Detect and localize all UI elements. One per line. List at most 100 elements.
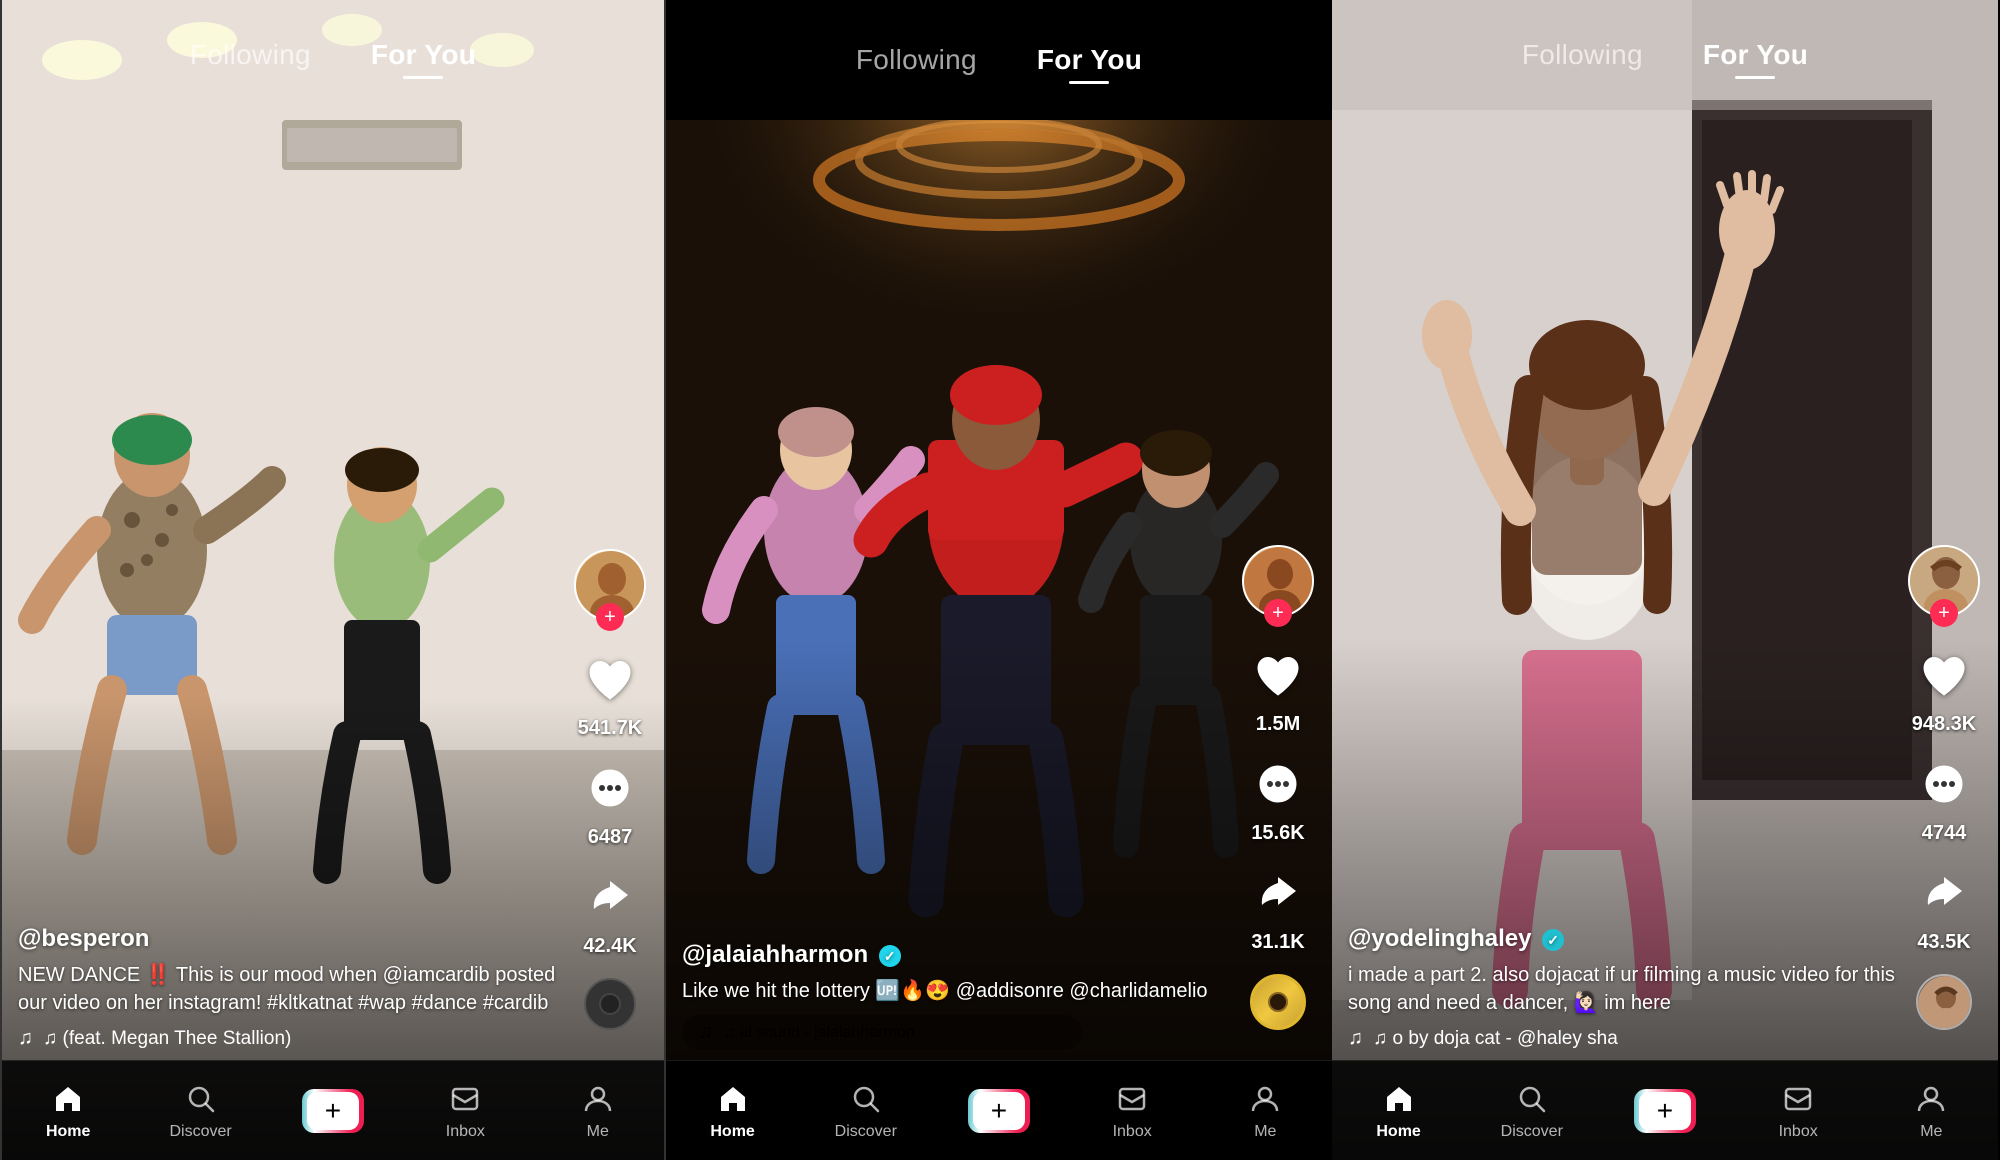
avatar-wrap-3[interactable]: + — [1908, 545, 1980, 617]
share-btn-2[interactable]: 31.1K — [1248, 865, 1308, 954]
like-count-3: 948.3K — [1912, 713, 1977, 736]
nav-home-label-3: Home — [1376, 1123, 1420, 1141]
nav-home-label-2: Home — [710, 1123, 754, 1141]
inbox-icon-2 — [1114, 1081, 1150, 1117]
tab-for-you-1[interactable]: For You — [371, 39, 476, 71]
top-nav-1: Following For You — [2, 0, 664, 110]
nav-inbox-label-3: Inbox — [1779, 1123, 1818, 1141]
nav-discover-3[interactable]: Discover — [1492, 1081, 1572, 1141]
verified-badge-2: ✓ — [879, 945, 901, 967]
verified-badge-3: ✓ — [1542, 929, 1564, 951]
avatar-wrap-2[interactable]: + — [1242, 545, 1314, 617]
nav-discover-label-1: Discover — [169, 1123, 231, 1141]
nav-discover-1[interactable]: Discover — [161, 1081, 241, 1141]
share-count-1: 42.4K — [583, 935, 636, 958]
panel-3: Following For You + 948.3K — [1332, 0, 1998, 1160]
nav-home-1[interactable]: Home — [28, 1081, 108, 1141]
music-note-2: ♫ — [698, 1021, 713, 1044]
like-btn-3[interactable]: 948.3K — [1912, 647, 1977, 736]
nav-home-3[interactable]: Home — [1359, 1081, 1439, 1141]
share-count-2: 31.1K — [1251, 931, 1304, 954]
inbox-icon-3 — [1780, 1081, 1816, 1117]
nav-plus-3[interactable]: + — [1625, 1089, 1705, 1133]
nav-me-label-3: Me — [1920, 1123, 1942, 1141]
comment-btn-2[interactable]: 15.6K — [1248, 756, 1308, 845]
plus-inner-2: + — [973, 1092, 1025, 1130]
caption-2: Like we hit the lottery 🆙🔥😍 @addisonre @… — [682, 977, 1242, 1005]
tab-following-1[interactable]: Following — [190, 39, 311, 71]
music-note-3: ♫ — [1348, 1027, 1363, 1050]
music-note-1: ♫ — [18, 1027, 33, 1050]
music-disc-2 — [1250, 974, 1306, 1030]
top-nav-3: Following For You — [1332, 0, 1998, 110]
nav-discover-2[interactable]: Discover — [826, 1081, 906, 1141]
like-btn-2[interactable]: 1.5M — [1248, 647, 1308, 736]
nav-plus-2[interactable]: + — [959, 1089, 1039, 1133]
music-bar-3: ♫ ♫ o by doja cat - @haley sha — [1348, 1027, 1908, 1050]
me-icon-2 — [1247, 1081, 1283, 1117]
plus-btn-2[interactable]: + — [968, 1089, 1030, 1133]
video-info-3: @yodelinghaley ✓ i made a part 2. also d… — [1348, 925, 1908, 1050]
bottom-nav-2: Home Discover + Inbox Me — [666, 1060, 1332, 1160]
plus-sign-1: + — [325, 1095, 341, 1127]
sidebar-1: + 541.7K 6487 — [574, 549, 646, 1030]
follow-btn-3[interactable]: + — [1930, 599, 1958, 627]
music-text-1: ♫ (feat. Megan Thee Stallion) — [43, 1028, 291, 1050]
nav-inbox-3[interactable]: Inbox — [1758, 1081, 1838, 1141]
share-btn-3[interactable]: 43.5K — [1914, 865, 1974, 954]
tab-for-you-3[interactable]: For You — [1703, 39, 1808, 71]
nav-me-1[interactable]: Me — [558, 1081, 638, 1141]
discover-icon-1 — [183, 1081, 219, 1117]
username-2[interactable]: @jalaiahharmon ✓ — [682, 941, 1242, 969]
nav-home-label-1: Home — [46, 1123, 90, 1141]
comment-count-2: 15.6K — [1251, 822, 1304, 845]
follow-btn-2[interactable]: + — [1264, 599, 1292, 627]
nav-home-2[interactable]: Home — [693, 1081, 773, 1141]
like-btn-1[interactable]: 541.7K — [578, 651, 643, 740]
nav-inbox-1[interactable]: Inbox — [425, 1081, 505, 1141]
sidebar-2: + 1.5M 15.6K — [1242, 545, 1314, 1030]
avatar-wrap-1[interactable]: + — [574, 549, 646, 621]
nav-inbox-2[interactable]: Inbox — [1092, 1081, 1172, 1141]
inbox-icon-1 — [447, 1081, 483, 1117]
music-bar-2: ♫ ♫ al sound - jalaiahharmon — [682, 1015, 1082, 1050]
top-nav-2: Following For You — [666, 0, 1332, 120]
tab-following-3[interactable]: Following — [1522, 39, 1643, 71]
comment-btn-1[interactable]: 6487 — [580, 760, 640, 849]
comment-btn-3[interactable]: 4744 — [1914, 756, 1974, 845]
panel-2: Following For You + 1.5M — [666, 0, 1332, 1160]
small-avatar-3 — [1916, 974, 1972, 1030]
plus-btn-3[interactable]: + — [1634, 1089, 1696, 1133]
plus-inner-1: + — [307, 1092, 359, 1130]
tab-following-2[interactable]: Following — [856, 44, 977, 76]
comment-count-1: 6487 — [588, 826, 633, 849]
me-icon-3 — [1913, 1081, 1949, 1117]
home-icon-3 — [1381, 1081, 1417, 1117]
bottom-nav-3: Home Discover + Inbox Me — [1332, 1060, 1998, 1160]
comment-count-3: 4744 — [1922, 822, 1967, 845]
share-btn-1[interactable]: 42.4K — [580, 869, 640, 958]
tab-for-you-2[interactable]: For You — [1037, 44, 1142, 76]
home-icon-2 — [715, 1081, 751, 1117]
nav-me-2[interactable]: Me — [1225, 1081, 1305, 1141]
music-text-3: ♫ o by doja cat - @haley sha — [1373, 1028, 1618, 1050]
nav-plus-1[interactable]: + — [293, 1089, 373, 1133]
username-1[interactable]: @besperon — [18, 925, 574, 953]
video-info-2: @jalaiahharmon ✓ Like we hit the lottery… — [682, 941, 1242, 1050]
username-3[interactable]: @yodelinghaley ✓ — [1348, 925, 1908, 953]
video-info-1: @besperon NEW DANCE ‼️ This is our mood … — [18, 925, 574, 1050]
caption-3: i made a part 2. also dojacat if ur film… — [1348, 961, 1908, 1017]
follow-btn-1[interactable]: + — [596, 603, 624, 631]
plus-btn-1[interactable]: + — [302, 1089, 364, 1133]
nav-me-3[interactable]: Me — [1891, 1081, 1971, 1141]
home-icon-1 — [50, 1081, 86, 1117]
panel-1: Following For You + 541.7K — [0, 0, 666, 1160]
caption-1: NEW DANCE ‼️ This is our mood when @iamc… — [18, 961, 574, 1017]
nav-discover-label-3: Discover — [1501, 1123, 1563, 1141]
nav-inbox-label-1: Inbox — [446, 1123, 485, 1141]
nav-me-label-2: Me — [1254, 1123, 1276, 1141]
plus-inner-3: + — [1639, 1092, 1691, 1130]
discover-icon-3 — [1514, 1081, 1550, 1117]
music-bar-1: ♫ ♫ (feat. Megan Thee Stallion) — [18, 1027, 574, 1050]
like-count-1: 541.7K — [578, 717, 643, 740]
